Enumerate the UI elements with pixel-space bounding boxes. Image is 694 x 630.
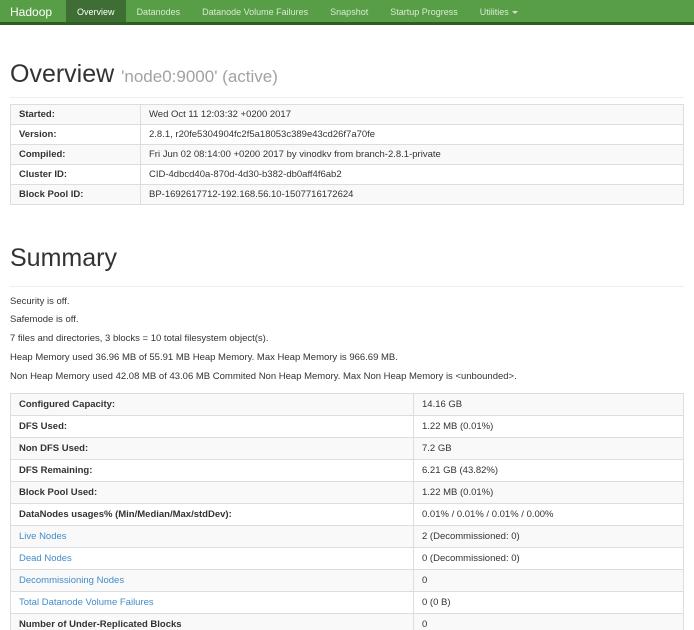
row-value: 14.16 GB <box>414 393 684 415</box>
row-label: Started: <box>11 105 141 125</box>
row-value: 0.01% / 0.01% / 0.01% / 0.00% <box>414 503 684 525</box>
table-row: Block Pool Used:1.22 MB (0.01%) <box>11 481 684 503</box>
row-value: 0 (0 B) <box>414 591 684 613</box>
divider <box>10 286 684 287</box>
row-label: DFS Used: <box>11 415 414 437</box>
row-value: 7.2 GB <box>414 437 684 459</box>
page-content: Overview 'node0:9000' (active) Started:W… <box>0 61 694 630</box>
table-row: Dead Nodes 0 (Decommissioned: 0) <box>11 547 684 569</box>
row-label: Configured Capacity: <box>11 393 414 415</box>
divider <box>10 97 684 98</box>
summary-status-line: Safemode is off. <box>10 315 684 325</box>
row-value: 2 (Decommissioned: 0) <box>414 525 684 547</box>
row-label: Block Pool ID: <box>11 185 141 205</box>
row-label-link[interactable]: Total Datanode Volume Failures <box>19 597 154 608</box>
nav-tab-snapshot[interactable]: Snapshot <box>319 0 379 22</box>
row-value: 2.8.1, r20fe5304904fc2f5a18053c389e43cd2… <box>141 125 684 145</box>
table-row: DFS Used:1.22 MB (0.01%) <box>11 415 684 437</box>
table-row: Compiled:Fri Jun 02 08:14:00 +0200 2017 … <box>11 145 684 165</box>
nav-tab-datanodes[interactable]: Datanodes <box>126 0 192 22</box>
table-row: Decommissioning Nodes 0 <box>11 569 684 591</box>
table-row: Block Pool ID:BP-1692617712-192.168.56.1… <box>11 185 684 205</box>
row-value: Fri Jun 02 08:14:00 +0200 2017 by vinodk… <box>141 145 684 165</box>
row-label: Cluster ID: <box>11 165 141 185</box>
summary-heading: Summary <box>10 245 684 271</box>
table-row: Version:2.8.1, r20fe5304904fc2f5a18053c3… <box>11 125 684 145</box>
summary-status-line: Heap Memory used 36.96 MB of 55.91 MB He… <box>10 353 684 363</box>
row-value: 6.21 GB (43.82%) <box>414 459 684 481</box>
row-label: Non DFS Used: <box>11 437 414 459</box>
row-label: DFS Remaining: <box>11 459 414 481</box>
row-value: CID-4dbcd40a-870d-4d30-b382-db0aff4f6ab2 <box>141 165 684 185</box>
table-row: DFS Remaining:6.21 GB (43.82%) <box>11 459 684 481</box>
table-row: Configured Capacity:14.16 GB <box>11 393 684 415</box>
table-row: Total Datanode Volume Failures 0 (0 B) <box>11 591 684 613</box>
summary-paragraphs: Security is off. Safemode is off. 7 files … <box>10 297 684 383</box>
brand-hadoop[interactable]: Hadoop <box>0 0 66 22</box>
nav-tab-utilities-label: Utilities <box>480 7 509 17</box>
summary-status-line: Non Heap Memory used 42.08 MB of 43.06 M… <box>10 372 684 382</box>
summary-table: Configured Capacity:14.16 GBDFS Used:1.2… <box>10 393 684 630</box>
row-label: Compiled: <box>11 145 141 165</box>
row-value: 0 (Decommissioned: 0) <box>414 547 684 569</box>
row-label: Decommissioning Nodes <box>11 569 414 591</box>
overview-table: Started:Wed Oct 11 12:03:32 +0200 2017Ve… <box>10 104 684 205</box>
row-label-link[interactable]: Dead Nodes <box>19 553 72 564</box>
row-label: Block Pool Used: <box>11 481 414 503</box>
table-row: Cluster ID:CID-4dbcd40a-870d-4d30-b382-d… <box>11 165 684 185</box>
row-value: BP-1692617712-192.168.56.10-150771617262… <box>141 185 684 205</box>
table-row: Number of Under-Replicated Blocks0 <box>11 613 684 630</box>
nav-tab-startup-progress[interactable]: Startup Progress <box>379 0 469 22</box>
overview-title-text: Overview <box>10 60 114 88</box>
table-row: DataNodes usages% (Min/Median/Max/stdDev… <box>11 503 684 525</box>
chevron-down-icon <box>512 11 518 14</box>
summary-status-line: 7 files and directories, 3 blocks = 10 t… <box>10 334 684 344</box>
nav-tab-overview[interactable]: Overview <box>66 0 126 22</box>
row-label: Live Nodes <box>11 525 414 547</box>
nav-tab-utilities[interactable]: Utilities <box>469 0 529 22</box>
row-value: 0 <box>414 569 684 591</box>
row-value: 0 <box>414 613 684 630</box>
row-value: 1.22 MB (0.01%) <box>414 415 684 437</box>
nav-items: Overview Datanodes Datanode Volume Failu… <box>66 0 529 22</box>
summary-table-wrap: Configured Capacity:14.16 GBDFS Used:1.2… <box>10 393 684 630</box>
row-label-link[interactable]: Decommissioning Nodes <box>19 575 124 586</box>
summary-status-line: Security is off. <box>10 297 684 307</box>
row-value: Wed Oct 11 12:03:32 +0200 2017 <box>141 105 684 125</box>
row-label: Version: <box>11 125 141 145</box>
table-row: Started:Wed Oct 11 12:03:32 +0200 2017 <box>11 105 684 125</box>
top-navbar: Hadoop Overview Datanodes Datanode Volum… <box>0 0 694 25</box>
namenode-address-subtitle: 'node0:9000' (active) <box>121 67 278 86</box>
row-value: 1.22 MB (0.01%) <box>414 481 684 503</box>
row-label: Total Datanode Volume Failures <box>11 591 414 613</box>
overview-heading: Overview 'node0:9000' (active) <box>10 61 684 87</box>
row-label: Number of Under-Replicated Blocks <box>11 613 414 630</box>
nav-tab-datanode-volume-failures[interactable]: Datanode Volume Failures <box>191 0 319 22</box>
table-row: Live Nodes 2 (Decommissioned: 0) <box>11 525 684 547</box>
row-label: Dead Nodes <box>11 547 414 569</box>
row-label: DataNodes usages% (Min/Median/Max/stdDev… <box>11 503 414 525</box>
table-row: Non DFS Used:7.2 GB <box>11 437 684 459</box>
row-label-link[interactable]: Live Nodes <box>19 531 67 542</box>
